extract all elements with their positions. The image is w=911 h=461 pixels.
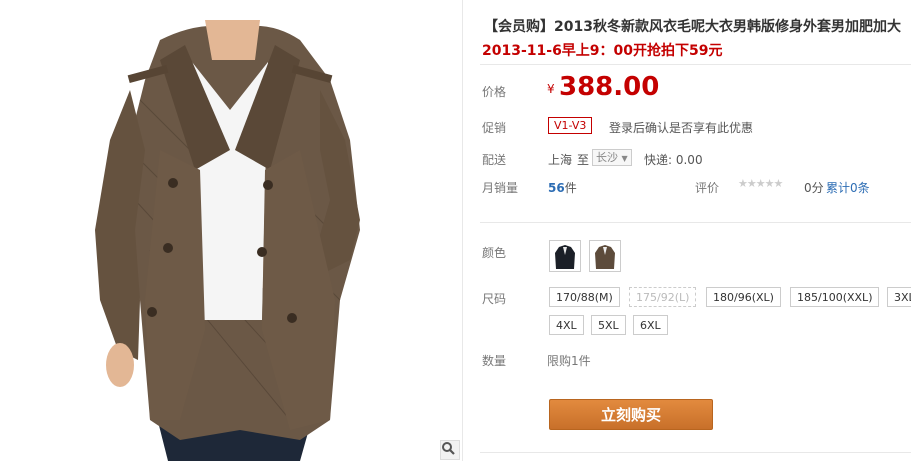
shipping-to-word: 至 (577, 153, 590, 167)
promotion-tag: V1-V3 (548, 117, 593, 134)
rating-total-link[interactable]: 累计0条 (826, 179, 870, 196)
product-subtitle: 2013-11-6早上9：00开抢拍下59元 (482, 43, 723, 59)
divider (480, 452, 911, 453)
city-select[interactable]: 长沙 ▼ (592, 149, 632, 166)
size-option[interactable]: 4XL (549, 315, 584, 335)
promotion-text: 登录后确认是否享有此优惠 (609, 121, 754, 135)
size-option[interactable]: 5XL (591, 315, 626, 335)
product-page: 【会员购】2013秋冬新款风衣毛呢大衣男韩版修身外套男加肥加大 2013-11-… (0, 0, 911, 461)
sales-unit: 件 (564, 181, 577, 195)
buy-now-button[interactable]: 立刻购买 (549, 399, 713, 430)
color-swatch-brown[interactable] (589, 240, 621, 272)
price-currency: ¥ (547, 82, 555, 96)
rating-label: 评价 (695, 181, 720, 195)
quantity-label: 数量 (482, 354, 507, 368)
brown-coat-thumbnail (590, 241, 620, 271)
divider (480, 64, 911, 65)
price-label: 价格 (482, 85, 507, 99)
size-option[interactable]: 185/100(XXL) (790, 287, 880, 307)
shipping-label: 配送 (482, 153, 507, 167)
size-option[interactable]: 170/88(M) (549, 287, 620, 307)
rating-score: 0分 (804, 181, 824, 195)
shipping-fee: 快递: 0.00 (644, 153, 703, 167)
size-label: 尺码 (482, 292, 507, 306)
size-option[interactable]: 3XL (887, 287, 911, 307)
quantity-limit: 限购1件 (547, 354, 591, 368)
sales-count: 56 (548, 181, 565, 195)
sales-label: 月销量 (482, 181, 519, 195)
product-photo[interactable] (0, 0, 462, 461)
shipping-from: 上海 (548, 153, 573, 167)
zoom-button[interactable] (440, 440, 460, 460)
buy-now-label: 立刻购买 (600, 406, 661, 424)
triangle-down-icon: ▼ (621, 154, 628, 163)
rating-stars: ★★★★★ (738, 177, 783, 190)
product-image-panel (0, 0, 463, 461)
product-title: 【会员购】2013秋冬新款风衣毛呢大衣男韩版修身外套男加肥加大 (484, 19, 901, 35)
size-option[interactable]: 180/96(XL) (706, 287, 781, 307)
city-select-value: 长沙 (596, 151, 618, 164)
color-label: 颜色 (482, 246, 507, 260)
promotion-label: 促销 (482, 121, 507, 135)
size-option[interactable]: 6XL (633, 315, 668, 335)
size-option-disabled[interactable]: 175/92(L) (629, 287, 697, 307)
color-swatch-black[interactable] (549, 240, 581, 272)
divider (480, 222, 911, 223)
black-coat-thumbnail (550, 241, 580, 271)
price-value: 388.00 (559, 72, 660, 102)
product-info: 【会员购】2013秋冬新款风衣毛呢大衣男韩版修身外套男加肥加大 2013-11-… (480, 0, 911, 461)
